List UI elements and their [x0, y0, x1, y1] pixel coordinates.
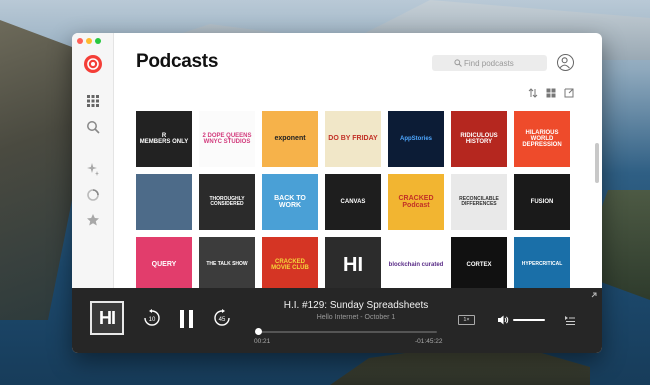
podcast-tile-label: CRACKED Podcast [398, 194, 434, 209]
podcasts-app-window: Podcasts Find podcasts R MEMBERS ONLY 2 … [72, 33, 602, 353]
pause-icon [180, 310, 193, 328]
wallpaper-cliff [0, 20, 80, 320]
volume-icon[interactable] [497, 314, 509, 326]
podcast-tile-label: HI [343, 253, 363, 276]
vertical-scrollbar[interactable] [595, 143, 599, 183]
sidebar-item-search[interactable] [85, 119, 101, 135]
sidebar-item-discover[interactable] [85, 93, 101, 109]
podcast-tile-label: AppStories [399, 135, 432, 142]
podcast-tile-label: CORTEX [466, 261, 492, 268]
podcast-tile[interactable]: FUSION [514, 174, 570, 230]
sparkle-icon [87, 163, 99, 176]
page-title: Podcasts [136, 51, 219, 72]
sidebar-item-new[interactable] [85, 161, 101, 177]
remaining-time: -01:45:22 [415, 338, 443, 345]
view-toolbar [528, 85, 574, 98]
podcast-tile-label: exponent [274, 135, 306, 143]
podcast-tile[interactable]: blockchain curated [388, 237, 444, 288]
grid-icon [87, 95, 99, 107]
expand-player-icon[interactable] [590, 291, 598, 299]
podcast-tile[interactable]: CANVAS [325, 174, 381, 230]
podcast-tile[interactable]: DO BY FRIDAY [325, 111, 381, 167]
podcast-tile[interactable]: THE TALK SHOW [199, 237, 255, 288]
volume-slider[interactable] [513, 319, 545, 321]
podcast-tile-label: HILARIOUS WORLD DEPRESSION [522, 129, 562, 149]
progress-ring-icon [87, 189, 99, 201]
playback-speed-label: 1× [463, 317, 470, 323]
episode-subtitle[interactable]: Hello Internet - October 1 [256, 314, 456, 321]
podcast-tile[interactable]: 2 DOPE QUEENS WNYC STUDIOS [199, 111, 255, 167]
podcast-tile[interactable]: RIDICULOUS HISTORY [451, 111, 507, 167]
export-icon[interactable] [564, 85, 574, 98]
podcast-tile-label: HYPERCRITICAL [521, 261, 563, 268]
sidebar-item-starred[interactable] [85, 212, 101, 228]
podcast-tile[interactable]: CORTEX [451, 237, 507, 288]
podcast-tile-label: RECONCILABLE DIFFERENCES [459, 195, 499, 207]
skip-forward-button[interactable]: 45 [212, 308, 232, 328]
sort-icon[interactable] [528, 85, 538, 98]
podcast-tile-label: QUERY [151, 261, 177, 269]
podcast-tile[interactable]: exponent [262, 111, 318, 167]
playback-progress-track[interactable] [257, 331, 437, 333]
podcast-tile[interactable]: HYPERCRITICAL [514, 237, 570, 288]
skip-forward-label: 45 [219, 317, 226, 323]
podcast-tile[interactable]: HILARIOUS WORLD DEPRESSION [514, 111, 570, 167]
elapsed-time: 00:21 [254, 338, 271, 345]
skip-back-label: 10 [149, 317, 156, 323]
search-icon [87, 121, 100, 134]
podcast-tile[interactable]: RECONCILABLE DIFFERENCES [451, 174, 507, 230]
sidebar-item-in-progress[interactable] [85, 187, 101, 203]
up-next-queue-icon[interactable] [564, 314, 576, 326]
skip-back-button[interactable]: 10 [142, 308, 162, 328]
search-input[interactable]: Find podcasts [432, 55, 547, 71]
podcast-tile-label: THOROUGHLY CONSIDERED [209, 195, 245, 207]
pause-button[interactable] [176, 308, 198, 330]
podcast-tile-label: BACK TO WORK [274, 194, 306, 209]
podcast-tile-label: blockchain curated [388, 261, 444, 268]
podcast-tile[interactable]: CRACKED Podcast [388, 174, 444, 230]
artwork-label: HI [99, 307, 116, 328]
podcast-tile-label: CANVAS [340, 198, 366, 205]
podcast-tile[interactable]: QUERY [136, 237, 192, 288]
podcast-tile-label: FUSION [530, 198, 554, 205]
podcast-tile-label: CRACKED MOVIE CLUB [271, 258, 309, 271]
podcast-tile[interactable]: THOROUGHLY CONSIDERED [199, 174, 255, 230]
podcast-tile[interactable]: HI [325, 237, 381, 288]
search-placeholder: Find podcasts [464, 58, 514, 68]
playback-progress-knob[interactable] [254, 328, 262, 335]
podcast-tile-label: THE TALK SHOW [206, 261, 248, 268]
zoom-window-button[interactable] [95, 38, 101, 44]
grid-view-icon[interactable] [546, 85, 556, 98]
podcast-tile[interactable]: CRACKED MOVIE CLUB [262, 237, 318, 288]
close-window-button[interactable] [77, 38, 83, 44]
main-content: Podcasts Find podcasts R MEMBERS ONLY 2 … [114, 33, 602, 288]
episode-title[interactable]: H.I. #129: Sunday Spreadsheets [256, 300, 456, 311]
podcast-tile-label: RIDICULOUS HISTORY [460, 132, 498, 145]
user-icon [559, 57, 570, 69]
podcast-tile-label: 2 DOPE QUEENS WNYC STUDIOS [202, 132, 252, 145]
podcast-tile[interactable]: BACK TO WORK [262, 174, 318, 230]
search-icon [454, 59, 462, 67]
sidebar [72, 33, 114, 288]
podcast-tile-label: R MEMBERS ONLY [139, 132, 189, 145]
window-controls [77, 38, 101, 44]
podcast-tile[interactable]: R MEMBERS ONLY [136, 111, 192, 167]
now-playing-bar: HI 10 45 H.I. #129: Sunday Spreadsheets … [72, 288, 602, 353]
skip-forward-icon: 45 [214, 309, 230, 326]
app-logo-icon [84, 55, 102, 73]
podcast-tile-label: DO BY FRIDAY [328, 135, 378, 143]
podcast-grid: R MEMBERS ONLY 2 DOPE QUEENS WNYC STUDIOS… [136, 111, 570, 288]
now-playing-artwork[interactable]: HI [90, 301, 124, 335]
minimize-window-button[interactable] [86, 38, 92, 44]
podcast-tile[interactable]: AppStories [388, 111, 444, 167]
account-avatar[interactable] [557, 54, 574, 71]
podcast-tile[interactable] [136, 174, 192, 230]
playback-speed-button[interactable]: 1× [458, 315, 475, 325]
star-icon [87, 214, 99, 226]
skip-back-icon: 10 [144, 309, 160, 326]
